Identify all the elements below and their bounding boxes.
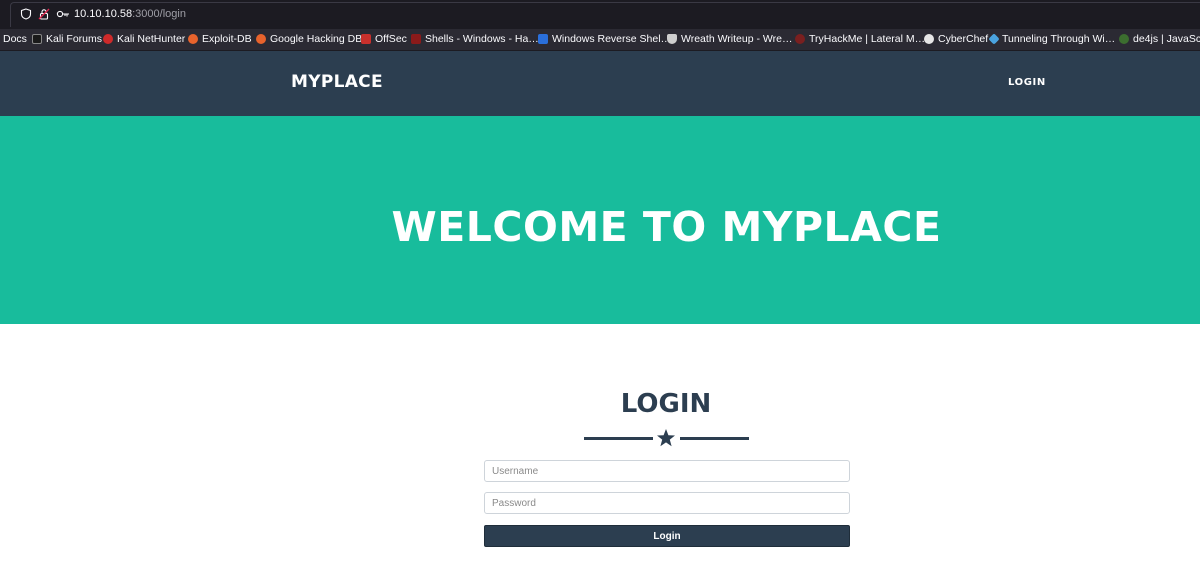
divider-line-right xyxy=(680,437,749,440)
cyberchef-icon xyxy=(924,34,934,44)
bookmark-kali-nethunter[interactable]: Kali NetHunter xyxy=(103,33,185,45)
bookmark-label: TryHackMe | Lateral M… xyxy=(809,33,926,45)
ghdb-icon xyxy=(256,34,266,44)
tryhackme-icon xyxy=(795,34,805,44)
nav-login-link[interactable]: LOGIN xyxy=(1008,77,1046,88)
bookmarks-toolbar: Docs Kali Forums Kali NetHunter Exploit-… xyxy=(0,29,1200,51)
bookmark-label: CyberChef xyxy=(938,33,989,45)
bookmark-tunneling[interactable]: Tunneling Through Wi… xyxy=(988,33,1116,45)
bookmark-label: Tunneling Through Wi… xyxy=(1002,33,1116,45)
site-navbar: MYPLACE LOGIN xyxy=(0,51,1200,116)
star-icon xyxy=(657,429,675,447)
offsec-icon xyxy=(361,34,371,44)
bookmark-windows-reverse-shell[interactable]: Windows Reverse Shel… xyxy=(538,33,671,45)
key-icon[interactable] xyxy=(56,8,70,20)
url-path: :3000/login xyxy=(132,8,186,20)
de4js-icon xyxy=(1119,34,1129,44)
hero-title: WELCOME TO MYPLACE xyxy=(391,203,942,251)
bookmark-label: Kali NetHunter xyxy=(117,33,186,45)
username-input[interactable] xyxy=(484,460,850,482)
insecure-lock-icon[interactable] xyxy=(38,8,50,20)
bookmark-google-hacking-db[interactable]: Google Hacking DB xyxy=(256,33,362,45)
bookmark-label: Shells - Windows - Ha… xyxy=(425,33,539,45)
bookmark-de4js[interactable]: de4js | JavaScrip xyxy=(1119,33,1200,45)
bookmark-label: Google Hacking DB xyxy=(270,33,363,45)
password-input[interactable] xyxy=(484,492,850,514)
brand-logo[interactable]: MYPLACE xyxy=(291,72,383,92)
bookmark-label: OffSec xyxy=(375,33,407,45)
hero-banner: WELCOME TO MYPLACE xyxy=(0,116,1200,324)
exploit-db-icon xyxy=(188,34,198,44)
tracking-shield-icon[interactable] xyxy=(20,8,32,20)
kali-nethunter-icon xyxy=(103,34,113,44)
windows-reverse-shell-icon xyxy=(538,34,548,44)
bookmark-wreath-writeup[interactable]: Wreath Writeup - Wre… xyxy=(667,33,792,45)
bookmark-label: Docs xyxy=(3,33,27,45)
kali-dragon-icon xyxy=(32,34,42,44)
bookmark-label: Kali Forums xyxy=(46,33,103,45)
shield-favicon-icon xyxy=(667,34,677,44)
bookmark-tryhackme[interactable]: TryHackMe | Lateral M… xyxy=(795,33,925,45)
bookmark-label: Windows Reverse Shel… xyxy=(552,33,672,45)
bookmark-cyberchef[interactable]: CyberChef xyxy=(924,33,988,45)
bookmark-label: Exploit-DB xyxy=(202,33,252,45)
bookmark-kali-forums[interactable]: Kali Forums xyxy=(32,33,102,45)
tunneling-icon xyxy=(988,33,1000,45)
url-host: 10.10.10.58 xyxy=(74,8,133,20)
bookmark-docs[interactable]: Docs xyxy=(3,33,27,45)
login-button[interactable]: Login xyxy=(484,525,850,547)
address-field[interactable] xyxy=(10,2,1200,27)
bookmark-shells-windows[interactable]: Shells - Windows - Ha… xyxy=(411,33,539,45)
bookmark-label: Wreath Writeup - Wre… xyxy=(681,33,793,45)
shells-icon xyxy=(411,34,421,44)
bookmark-exploit-db[interactable]: Exploit-DB xyxy=(188,33,252,45)
bookmark-label: de4js | JavaScrip xyxy=(1133,33,1200,45)
divider-line-left xyxy=(584,437,653,440)
login-heading: LOGIN xyxy=(620,389,712,419)
url-text[interactable]: 10.10.10.58:3000/login xyxy=(74,8,186,20)
bookmark-offsec[interactable]: OffSec xyxy=(361,33,407,45)
browser-url-bar: 10.10.10.58:3000/login xyxy=(0,0,1200,29)
